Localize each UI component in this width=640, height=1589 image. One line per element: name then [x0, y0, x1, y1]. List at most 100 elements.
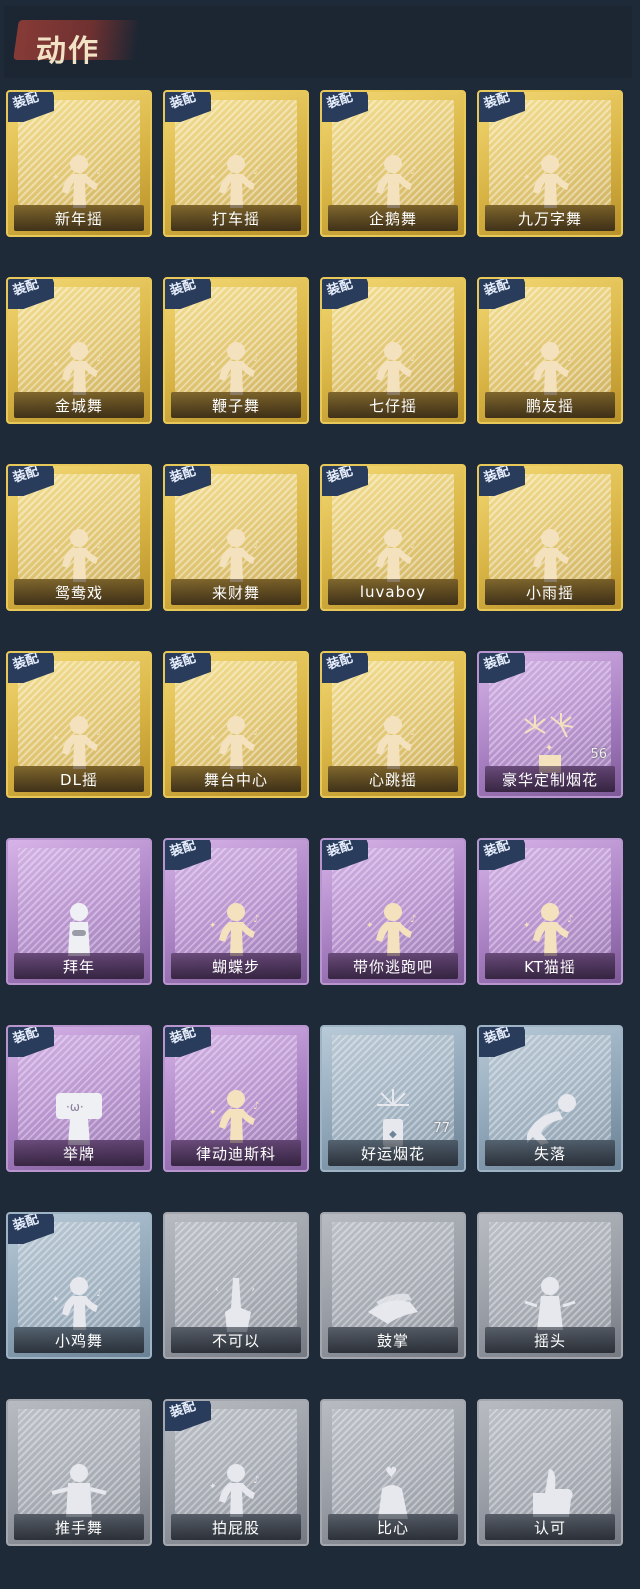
emote-label-bar: 舞台中心 [171, 766, 301, 792]
emote-card[interactable]: ♪ ✦ 装配 金城舞 [6, 277, 152, 424]
emote-name: 打车摇 [211, 209, 260, 228]
emote-label-bar: 鹏友摇 [485, 392, 615, 418]
emote-card[interactable]: ♪ ✦ 装配 luvaboy [320, 464, 466, 611]
equipped-badge-label: 装配 [11, 90, 41, 113]
emote-card[interactable]: ♪ ✦ 装配 企鹅舞 [320, 90, 466, 237]
svg-text:✦: ✦ [209, 547, 217, 557]
emote-card[interactable]: ◆ 77 好运烟花 [320, 1025, 466, 1172]
emote-name: 失落 [533, 1144, 566, 1163]
equipped-badge: 装配 [165, 838, 211, 870]
emote-name: 九万字舞 [517, 209, 582, 228]
equipped-badge: 装配 [8, 651, 54, 683]
emote-card[interactable]: ♪ ✦ 装配 鞭子舞 [163, 277, 309, 424]
emote-card[interactable]: ♥ 比心 [320, 1399, 466, 1546]
emote-name: 律动迪斯科 [195, 1144, 276, 1163]
emote-label-bar: 新年摇 [14, 205, 144, 231]
equipped-badge-label: 装配 [11, 277, 41, 300]
equipped-badge: 装配 [8, 464, 54, 496]
emote-card[interactable]: ♪ ✦ 装配 心跳摇 [320, 651, 466, 798]
emote-card[interactable]: 认可 [477, 1399, 623, 1546]
emote-label-bar: 小雨摇 [485, 579, 615, 605]
svg-text:✦: ✦ [523, 547, 531, 557]
emote-card[interactable]: ♪ ✦ 装配 小雨摇 [477, 464, 623, 611]
emote-name: 金城舞 [54, 396, 103, 415]
emote-name: 蝴蝶步 [211, 957, 260, 976]
emote-card[interactable]: ♪ ✦ 装配 七仔摇 [320, 277, 466, 424]
svg-text:✦: ✦ [209, 1108, 217, 1118]
equipped-badge-label: 装配 [325, 838, 355, 861]
emote-name: 拍屁股 [211, 1518, 260, 1537]
equipped-badge-label: 装配 [482, 90, 512, 113]
emote-card[interactable]: ·ω· 装配 举牌 [6, 1025, 152, 1172]
section-title: 动作 [36, 34, 100, 69]
equipped-badge: 装配 [479, 653, 525, 683]
emote-label-bar: 推手舞 [14, 1514, 144, 1540]
emote-card[interactable]: 摇头 [477, 1212, 623, 1359]
svg-text:♪: ♪ [567, 353, 573, 364]
svg-text:♪: ♪ [410, 166, 416, 177]
equipped-badge-label: 装配 [482, 464, 512, 487]
svg-text:✦: ✦ [209, 734, 217, 744]
emote-name: luvaboy [359, 583, 427, 601]
emote-label-bar: 好运烟花 [328, 1140, 458, 1166]
emote-card[interactable]: ♪ ✦ 装配 KT猫摇 [477, 838, 623, 985]
emote-card[interactable]: ♪ ✦ 装配 律动迪斯科 [163, 1025, 309, 1172]
emote-name: 豪华定制烟花 [501, 770, 598, 789]
emote-card[interactable]: 装配 失落 [477, 1025, 623, 1172]
emote-card[interactable]: ♪ ✦ 装配 鸳鸯戏 [6, 464, 152, 611]
svg-text:✦: ✦ [209, 1482, 217, 1492]
emote-card[interactable]: ♪ ✦ 装配 鹏友摇 [477, 277, 623, 424]
emote-name: 新年摇 [54, 209, 103, 228]
emote-card[interactable]: ♪ ✦ 装配打车摇 [163, 90, 309, 237]
emote-label-bar: 七仔摇 [328, 392, 458, 418]
equipped-badge-label: 装配 [325, 277, 355, 300]
equipped-badge-label: 装配 [168, 838, 198, 861]
emote-label-bar: 鼓掌 [328, 1327, 458, 1353]
emote-name: 鼓掌 [376, 1331, 409, 1350]
equipped-badge-label: 装配 [11, 464, 41, 487]
svg-text:♪: ♪ [410, 727, 416, 738]
emote-card[interactable]: 推手舞 [6, 1399, 152, 1546]
emote-name: 认可 [533, 1518, 566, 1537]
equipped-badge-label: 装配 [11, 651, 41, 674]
svg-text:✦: ✦ [209, 173, 217, 183]
emote-name: KT猫摇 [524, 957, 576, 976]
emote-card[interactable]: 鼓掌 [320, 1212, 466, 1359]
svg-text:♪: ♪ [410, 353, 416, 364]
emote-card[interactable]: ♪ ✦ 装配 九万字舞 [477, 90, 623, 237]
section-header: 动作 [4, 6, 632, 78]
emote-card[interactable]: ✦ 装配 56 豪华定制烟花 [477, 651, 623, 798]
svg-text:✦: ✦ [523, 360, 531, 370]
emote-name: 好运烟花 [360, 1144, 425, 1163]
emote-card[interactable]: ♪ ✦ 装配 蝴蝶步 [163, 838, 309, 985]
equipped-badge: 装配 [322, 838, 368, 870]
svg-text:♪: ♪ [253, 166, 259, 177]
svg-text:♪: ♪ [96, 540, 102, 551]
emote-card[interactable]: 拜年 [6, 838, 152, 985]
svg-text:✦: ✦ [209, 921, 217, 931]
emote-name: 鞭子舞 [211, 396, 260, 415]
emote-label-bar: DL摇 [14, 766, 144, 792]
emote-label-bar: 带你逃跑吧 [328, 953, 458, 979]
equipped-badge: 装配 [322, 90, 368, 122]
emote-card[interactable]: ‹ › 不可以 [163, 1212, 309, 1359]
emote-card[interactable]: ♪ ✦ 装配 来财舞 [163, 464, 309, 611]
emote-label-bar: 不可以 [171, 1327, 301, 1353]
svg-text:♪: ♪ [96, 166, 102, 177]
emote-card[interactable]: ♪ ✦ 装配 拍屁股 [163, 1399, 309, 1546]
emote-card[interactable]: ♪ ✦ 装配 舞台中心 [163, 651, 309, 798]
svg-text:✦: ✦ [52, 360, 60, 370]
emote-name: 来财舞 [211, 583, 260, 602]
emote-label-bar: 蝴蝶步 [171, 953, 301, 979]
emote-label-bar: 失落 [485, 1140, 615, 1166]
equipped-badge: 装配 [165, 92, 211, 122]
emote-name: 比心 [376, 1518, 409, 1537]
emote-card[interactable]: ♪ ✦ 装配 带你逃跑吧 [320, 838, 466, 985]
emote-label-bar: 拜年 [14, 953, 144, 979]
emote-card[interactable]: ♪ ✦ 装配 DL摇 [6, 651, 152, 798]
emote-card[interactable]: ♪ ✦ 装配 新年摇 [6, 90, 152, 237]
equipped-badge: 装配 [479, 90, 525, 122]
emote-card[interactable]: ♪ ✦ 装配 小鸡舞 [6, 1212, 152, 1359]
equipped-badge-label: 装配 [325, 90, 355, 113]
emote-label-bar: 金城舞 [14, 392, 144, 418]
